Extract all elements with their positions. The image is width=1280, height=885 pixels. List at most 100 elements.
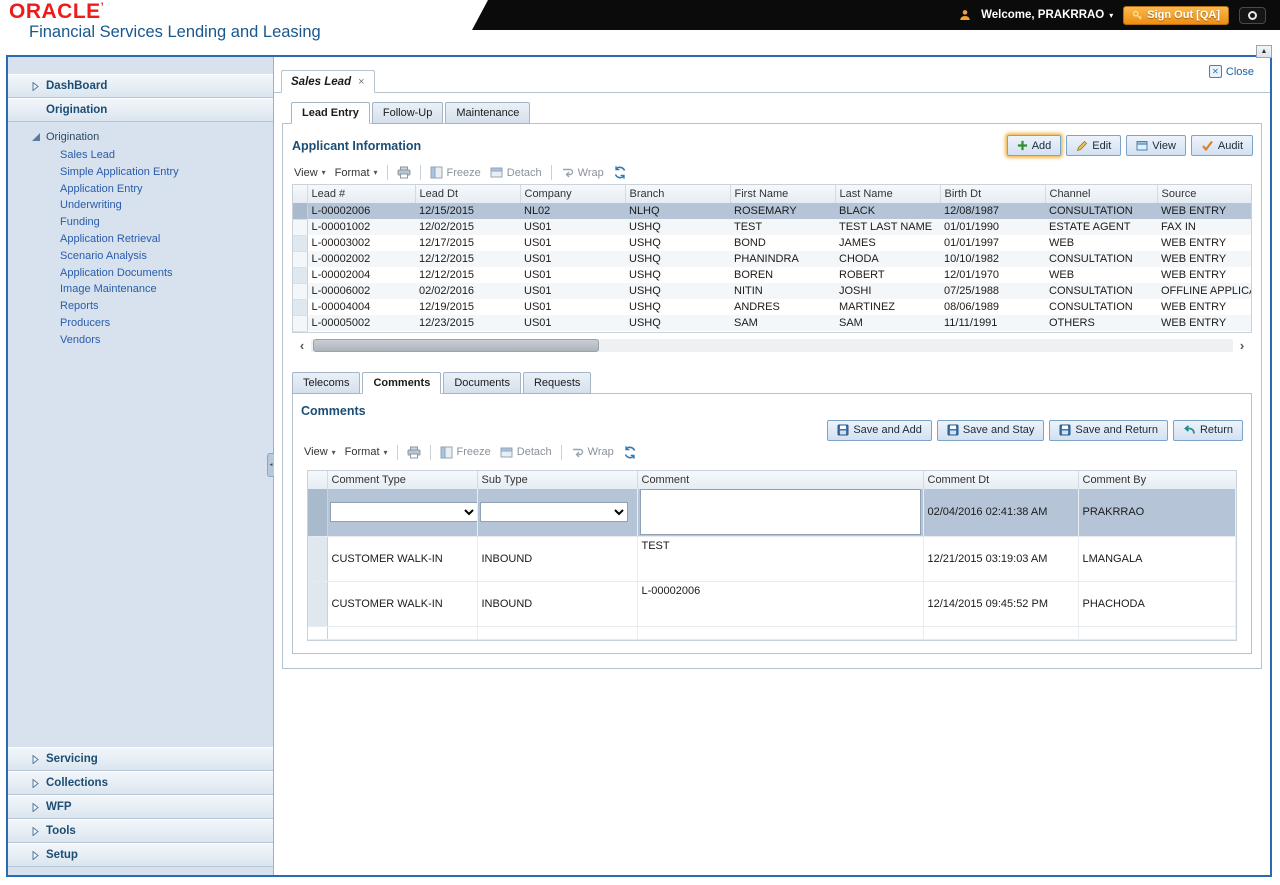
applicant-row[interactable]: L-00002006 12/15/2015 NL02 NLHQ ROSEMARY… <box>293 203 1251 219</box>
refresh-icon[interactable] <box>623 446 637 459</box>
sidebar-section[interactable]: WFP <box>8 795 273 819</box>
view-menu[interactable]: View▾ <box>304 446 336 458</box>
column-header[interactable]: Birth Dt <box>940 185 1045 203</box>
sub-type-select[interactable] <box>480 502 628 522</box>
sidebar-section[interactable]: Servicing <box>8 747 273 771</box>
format-menu[interactable]: Format▾ <box>345 446 388 458</box>
close-button[interactable]: ✕ Close <box>1209 65 1254 78</box>
sidebar-section[interactable]: Setup <box>8 843 273 867</box>
tab[interactable]: Lead Entry <box>291 102 370 124</box>
applicant-row[interactable]: L-00002002 12/12/2015 US01 USHQ PHANINDR… <box>293 251 1251 267</box>
tab[interactable]: Comments <box>362 372 441 394</box>
scroll-right-icon[interactable]: › <box>1235 338 1249 353</box>
column-header[interactable]: Comment Type <box>327 471 477 489</box>
detach-button[interactable]: Detach <box>500 446 552 459</box>
column-header[interactable]: Comment <box>637 471 923 489</box>
tree-item-link[interactable]: Funding <box>8 214 273 231</box>
freeze-button[interactable]: Freeze <box>440 446 491 459</box>
column-header[interactable]: Sub Type <box>477 471 637 489</box>
tab[interactable]: Maintenance <box>445 102 530 124</box>
tab[interactable]: Follow-Up <box>372 102 444 124</box>
audit-button[interactable]: Audit <box>1191 135 1253 156</box>
column-header[interactable]: Channel <box>1045 185 1157 203</box>
view-menu[interactable]: View▾ <box>294 167 326 179</box>
column-header[interactable]: First Name <box>730 185 835 203</box>
sidebar-section-dashboard[interactable]: DashBoard <box>8 74 273 98</box>
wrap-button[interactable]: Wrap <box>571 446 614 459</box>
column-header[interactable]: Last Name <box>835 185 940 203</box>
tab[interactable]: Documents <box>443 372 521 394</box>
sidebar-section[interactable]: Tools <box>8 819 273 843</box>
oracle-ring-icon[interactable] <box>1239 7 1266 24</box>
row-selector[interactable] <box>293 219 307 235</box>
tree-item-link[interactable]: Image Maintenance <box>8 281 273 298</box>
scrollbar-thumb[interactable] <box>313 339 599 352</box>
tab[interactable]: Telecoms <box>292 372 360 394</box>
applicant-row[interactable]: L-00003002 12/17/2015 US01 USHQ BOND JAM… <box>293 235 1251 251</box>
scroll-up-button[interactable]: ▲ <box>1256 45 1272 58</box>
column-header[interactable]: Branch <box>625 185 730 203</box>
refresh-icon[interactable] <box>613 166 627 179</box>
applicant-row[interactable]: L-00004004 12/19/2015 US01 USHQ ANDRES M… <box>293 299 1251 315</box>
tree-item-link[interactable]: Simple Application Entry <box>8 164 273 181</box>
format-menu[interactable]: Format▾ <box>335 167 378 179</box>
welcome-menu[interactable]: Welcome, PRAKRRAO ▾ <box>981 9 1113 21</box>
comment-row[interactable]: CUSTOMER WALK-IN INBOUND TEST 12/21/2015… <box>308 537 1236 582</box>
column-header[interactable]: Comment By <box>1078 471 1236 489</box>
row-selector[interactable] <box>308 537 327 582</box>
freeze-button[interactable]: Freeze <box>430 166 481 179</box>
applicant-row[interactable]: L-00006002 02/02/2016 US01 USHQ NITIN JO… <box>293 283 1251 299</box>
row-selector[interactable] <box>293 315 307 331</box>
tree-item-link[interactable]: Reports <box>8 298 273 315</box>
view-button[interactable]: View <box>1126 135 1186 156</box>
print-icon[interactable] <box>407 446 421 459</box>
edit-button[interactable]: Edit <box>1066 135 1121 156</box>
tree-item-link[interactable]: Producers <box>8 315 273 332</box>
column-header[interactable]: Lead # <box>307 185 415 203</box>
row-selector[interactable] <box>293 299 307 315</box>
comment-row[interactable]: CUSTOMER WALK-IN INBOUND L-00002006 12/1… <box>308 582 1236 627</box>
save-and-return-button[interactable]: Save and Return <box>1049 420 1168 441</box>
tree-item-link[interactable]: Scenario Analysis <box>8 248 273 265</box>
detach-button[interactable]: Detach <box>490 166 542 179</box>
tree-item-link[interactable]: Sales Lead <box>8 147 273 164</box>
tab[interactable]: Requests <box>523 372 591 394</box>
applicant-row[interactable]: L-00002004 12/12/2015 US01 USHQ BOREN RO… <box>293 267 1251 283</box>
row-selector[interactable] <box>293 203 307 219</box>
row-selector[interactable] <box>293 235 307 251</box>
save-and-add-button[interactable]: Save and Add <box>827 420 932 441</box>
applicant-row[interactable]: L-00001002 12/02/2015 US01 USHQ TEST TES… <box>293 219 1251 235</box>
tree-item-link[interactable]: Underwriting <box>8 197 273 214</box>
tree-node-origination[interactable]: Origination <box>8 122 273 147</box>
row-selector[interactable] <box>293 267 307 283</box>
column-header[interactable]: Source <box>1157 185 1251 203</box>
doc-tab-sales-lead[interactable]: Sales Lead × <box>281 70 375 93</box>
column-header[interactable]: Lead Dt <box>415 185 520 203</box>
row-selector[interactable] <box>308 582 327 627</box>
tab-close-icon[interactable]: × <box>358 76 364 88</box>
scrollbar-track[interactable] <box>311 339 1233 352</box>
sidebar-collapse-handle[interactable]: ◄ <box>267 453 274 477</box>
print-icon[interactable] <box>397 166 411 179</box>
tree-item-link[interactable]: Application Entry <box>8 181 273 198</box>
horizontal-scrollbar[interactable]: ‹ › <box>295 338 1249 353</box>
sidebar-section[interactable]: Collections <box>8 771 273 795</box>
comment-type-select[interactable] <box>330 502 478 522</box>
applicant-row[interactable]: L-00005002 12/23/2015 US01 USHQ SAM SAM … <box>293 315 1251 331</box>
tree-item-link[interactable]: Application Documents <box>8 265 273 282</box>
tree-item-link[interactable]: Application Retrieval <box>8 231 273 248</box>
column-header[interactable]: Company <box>520 185 625 203</box>
wrap-button[interactable]: Wrap <box>561 166 604 179</box>
return-button[interactable]: Return <box>1173 420 1243 441</box>
save-and-stay-button[interactable]: Save and Stay <box>937 420 1045 441</box>
column-header[interactable]: Comment Dt <box>923 471 1078 489</box>
sign-out-button[interactable]: Sign Out [QA] <box>1123 6 1229 25</box>
add-button[interactable]: Add <box>1007 135 1062 156</box>
row-selector[interactable] <box>293 283 307 299</box>
tree-item-link[interactable]: Vendors <box>8 332 273 349</box>
row-selector[interactable] <box>308 489 327 537</box>
scroll-left-icon[interactable]: ‹ <box>295 338 309 353</box>
comment-input[interactable] <box>640 489 921 535</box>
row-selector[interactable] <box>293 251 307 267</box>
sidebar-section-origination[interactable]: Origination <box>8 98 273 122</box>
